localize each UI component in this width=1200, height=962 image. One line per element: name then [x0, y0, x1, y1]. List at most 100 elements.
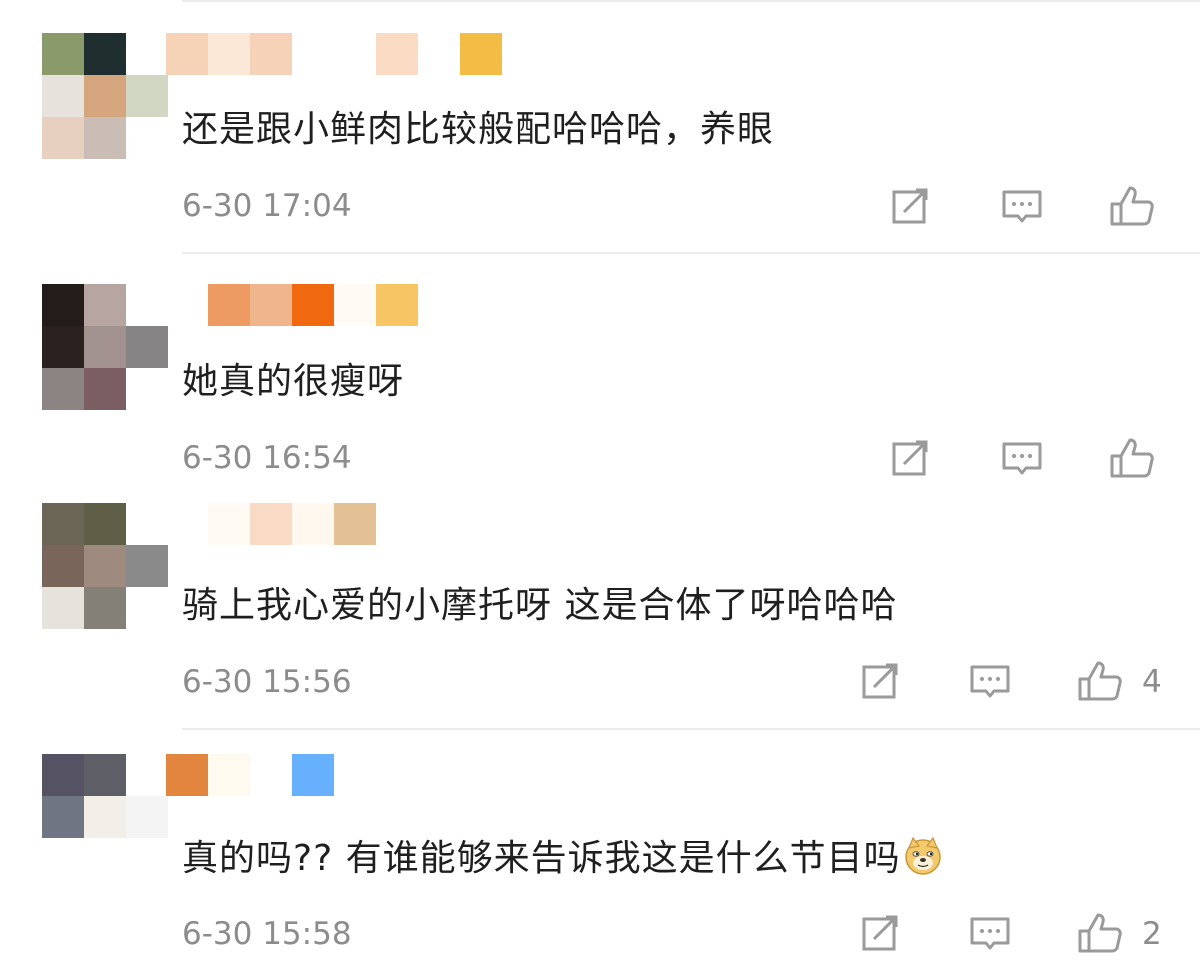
share-icon	[892, 440, 928, 476]
thumbs-up-icon	[1110, 186, 1154, 226]
avatar-pixel	[126, 838, 168, 880]
avatar-pixel	[42, 587, 84, 629]
reply-button[interactable]	[998, 434, 1046, 482]
like-button[interactable]	[1076, 657, 1124, 705]
username-pixel	[208, 754, 250, 796]
username-pixel	[418, 754, 460, 796]
like-button[interactable]	[1108, 182, 1156, 230]
username-pixel	[250, 33, 292, 75]
username-pixel	[208, 33, 250, 75]
username-pixel	[250, 284, 292, 326]
share-button[interactable]	[856, 909, 904, 957]
comment-text: 她真的很瘦呀	[182, 360, 404, 404]
share-icon	[862, 915, 898, 951]
username-pixel	[460, 754, 502, 796]
reply-button[interactable]	[966, 657, 1014, 705]
thumbs-up-icon	[1078, 913, 1122, 953]
username-pixel	[208, 503, 250, 545]
avatar[interactable]	[42, 503, 168, 629]
avatar-pixel	[126, 545, 168, 587]
username-pixel	[166, 33, 208, 75]
avatar-pixel	[126, 75, 168, 117]
username-pixel	[250, 503, 292, 545]
comment-time: 6-30 15:56	[182, 664, 352, 700]
avatar-pixel	[126, 284, 168, 326]
avatar[interactable]	[42, 33, 168, 159]
thumbs-up-icon	[1078, 661, 1122, 701]
username-pixel	[166, 503, 208, 545]
share-button[interactable]	[856, 657, 904, 705]
username-pixel	[418, 284, 460, 326]
avatar-pixel	[84, 117, 126, 159]
avatar[interactable]	[42, 754, 168, 880]
avatar-pixel	[84, 587, 126, 629]
username-pixel	[166, 754, 208, 796]
avatar-pixel	[42, 33, 84, 75]
reply-button[interactable]	[998, 182, 1046, 230]
comment-time: 6-30 17:04	[182, 188, 352, 224]
comment-text: 还是跟小鲜肉比较般配哈哈哈，养眼	[182, 108, 774, 152]
share-button[interactable]	[886, 182, 934, 230]
username-pixel	[292, 754, 334, 796]
username-pixel	[460, 284, 502, 326]
comment-text-content: 骑上我心爱的小摩托呀 这是合体了呀哈哈哈	[182, 585, 898, 626]
username-pixel	[292, 503, 334, 545]
avatar-pixel	[42, 284, 84, 326]
username-pixel	[376, 33, 418, 75]
username-pixel	[460, 503, 502, 545]
avatar-pixel	[42, 796, 84, 838]
avatar-pixel	[42, 838, 84, 880]
comment-text-content: 真的吗?? 有谁能够来告诉我这是什么节目吗	[182, 838, 901, 879]
avatar-pixel	[126, 587, 168, 629]
avatar-pixel	[84, 326, 126, 368]
avatar-pixel	[42, 326, 84, 368]
avatar-pixel	[42, 117, 84, 159]
comment-text: 真的吗?? 有谁能够来告诉我这是什么节目吗	[182, 836, 943, 881]
comment-time: 6-30 16:54	[182, 440, 352, 476]
comment-icon	[970, 665, 1010, 698]
like-button[interactable]	[1108, 434, 1156, 482]
avatar-pixel	[126, 754, 168, 796]
avatar-pixel	[126, 503, 168, 545]
username-pixel	[292, 284, 334, 326]
avatar-pixel	[42, 503, 84, 545]
avatar[interactable]	[42, 284, 168, 410]
username-pixel	[460, 33, 502, 75]
like-button[interactable]	[1076, 909, 1124, 957]
username-pixel	[166, 284, 208, 326]
username-pixel	[418, 503, 460, 545]
avatar-pixel	[126, 117, 168, 159]
username-pixel	[376, 503, 418, 545]
share-icon	[892, 188, 928, 224]
avatar-pixel	[84, 545, 126, 587]
avatar-pixel	[84, 754, 126, 796]
username-pixel	[334, 754, 376, 796]
comment-text: 骑上我心爱的小摩托呀 这是合体了呀哈哈哈	[182, 584, 897, 628]
like-count: 4	[1142, 664, 1162, 700]
avatar-pixel	[84, 33, 126, 75]
avatar-pixel	[126, 33, 168, 75]
comment-text-content: 她真的很瘦呀	[182, 361, 405, 402]
username-pixel	[376, 284, 418, 326]
comment-icon	[1002, 442, 1042, 475]
username-pixel	[208, 284, 250, 326]
share-button[interactable]	[886, 434, 934, 482]
avatar-pixel	[126, 326, 168, 368]
avatar-pixel	[42, 545, 84, 587]
avatar-pixel	[42, 368, 84, 410]
avatar-pixel	[126, 368, 168, 410]
username-pixel	[418, 33, 460, 75]
username-pixel	[334, 503, 376, 545]
avatar-pixel	[84, 368, 126, 410]
avatar-pixel	[84, 75, 126, 117]
reply-button[interactable]	[966, 909, 1014, 957]
doge-emoji-icon	[903, 836, 943, 876]
comment-time: 6-30 15:58	[182, 916, 352, 952]
share-icon	[862, 663, 898, 699]
thumbs-up-icon	[1110, 438, 1154, 478]
username-pixel	[376, 754, 418, 796]
divider	[182, 728, 1200, 730]
comment-icon	[970, 917, 1010, 950]
username-pixel	[250, 754, 292, 796]
avatar-pixel	[42, 754, 84, 796]
